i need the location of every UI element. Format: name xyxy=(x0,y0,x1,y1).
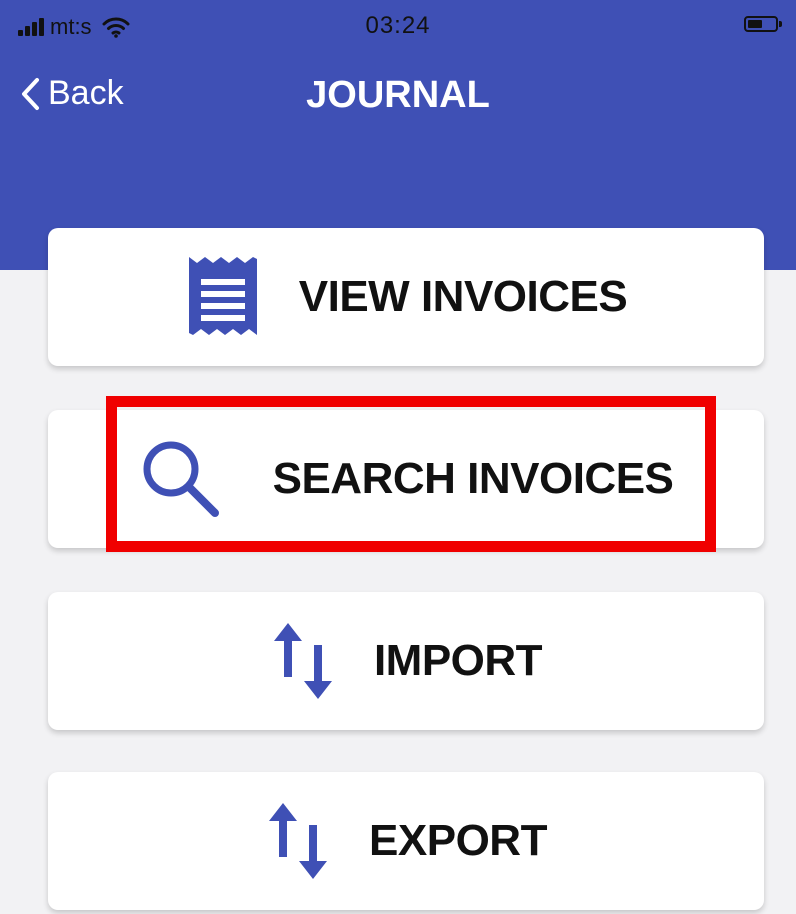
battery-icon xyxy=(744,16,782,32)
import-label: IMPORT xyxy=(373,636,543,685)
search-icon xyxy=(143,441,219,517)
view-invoices-button[interactable]: VIEW INVOICES xyxy=(48,228,764,366)
receipt-icon xyxy=(188,257,257,335)
swap-arrows-icon xyxy=(273,623,332,699)
export-label: EXPORT xyxy=(369,816,547,865)
swap-arrows-icon xyxy=(269,803,328,879)
status-time: 03:24 xyxy=(365,12,431,39)
nav-bar: Back JOURNAL xyxy=(0,60,796,132)
import-button[interactable]: IMPORT xyxy=(48,592,764,730)
status-bar: mt:s 03:24 xyxy=(0,0,796,58)
export-button[interactable]: EXPORT xyxy=(48,772,764,910)
page-title: JOURNAL xyxy=(306,74,490,116)
view-invoices-label: VIEW INVOICES xyxy=(298,272,628,321)
search-invoices-label: SEARCH INVOICES xyxy=(272,454,674,503)
search-invoices-button[interactable]: SEARCH INVOICES xyxy=(48,410,764,548)
